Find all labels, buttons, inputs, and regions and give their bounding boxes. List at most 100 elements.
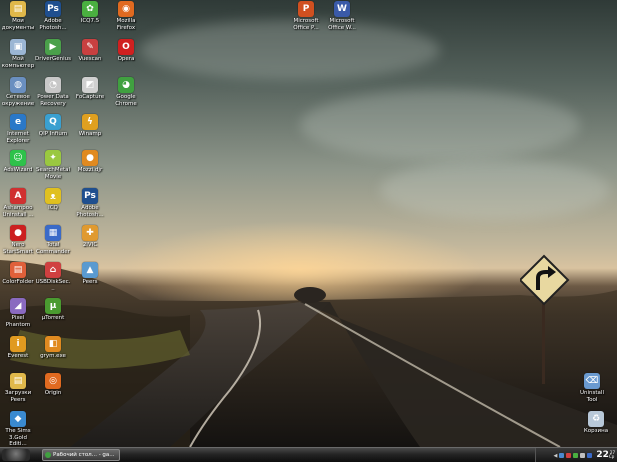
network-icon: ◍: [10, 77, 26, 93]
desktop-icon-label: QIP Infium: [38, 131, 68, 137]
2ivic-icon: ✚: [82, 225, 98, 241]
taskbar-button-label: Рабочий стол... - ga...: [53, 452, 115, 458]
desktop-icon[interactable]: ◎ Origin: [35, 373, 71, 397]
desktop-icon[interactable]: ✦ SearchMetal Movie: [35, 150, 71, 180]
desktop-icon[interactable]: A Ashampoo Uninstall ...: [0, 188, 36, 218]
drivergenius-icon: ▶: [45, 39, 61, 55]
desktop-icon[interactable]: ● Nero StartSmart: [0, 225, 36, 255]
desktop-icon-label: Peers: [82, 279, 98, 285]
desktop-icon-label: USBDiskSec...: [35, 279, 71, 292]
peers-icon: ▲: [82, 262, 98, 278]
desktop-icon[interactable]: i Everest: [0, 336, 36, 360]
desktop-icon-label: The Sims 3.Gold Editi...: [5, 428, 31, 447]
desktop-icon-label: Power Data Recovery: [37, 94, 69, 107]
desktop-icon[interactable]: ▶ DriverGenius: [35, 39, 71, 63]
chevron-left-icon[interactable]: ◀: [554, 453, 558, 459]
desktop-icon[interactable]: P Microsoft Office P...: [288, 1, 324, 31]
language-tray-icon[interactable]: [587, 452, 593, 458]
clock-hour[interactable]: 22: [596, 450, 609, 460]
folder-icon: ▤: [10, 1, 26, 17]
desktop-icon[interactable]: ◩ FoCapture: [72, 77, 108, 101]
colorfolder-icon: ▤: [10, 262, 26, 278]
desktop-icon[interactable]: µ µTorrent: [35, 298, 71, 322]
ashampoo-icon: A: [10, 188, 26, 204]
desktop-icon[interactable]: ▤ Загрузки Peers: [0, 373, 36, 403]
desktop-icon-label: Vuescan: [78, 56, 102, 62]
taskbar-button-desktop-explorer[interactable]: Рабочий стол... - ga...: [42, 449, 120, 461]
desktop-icon[interactable]: W Microsoft Office W...: [324, 1, 360, 31]
start-button[interactable]: [2, 449, 30, 461]
desktop-icon[interactable]: Ps Adobe Photosh...: [35, 1, 71, 31]
desktop-icon-label: SearchMetal Movie: [35, 167, 71, 180]
desktop-icon[interactable]: ϟ Winamp: [72, 114, 108, 138]
desktop-icon[interactable]: ✿ ICQ7.5: [72, 1, 108, 25]
desktop-icon[interactable]: ⌂ USBDiskSec...: [35, 262, 71, 292]
powerpoint-icon: P: [298, 1, 314, 17]
qip-icon: Q: [45, 114, 61, 130]
volume-tray-icon[interactable]: [580, 452, 586, 458]
cloud: [380, 160, 610, 220]
desktop-icon[interactable]: ◆ The Sims 3.Gold Editi...: [0, 411, 36, 447]
icq-icon: ✿: [82, 1, 98, 17]
vuescan-icon: ✎: [82, 39, 98, 55]
desktop-icon-label: Uninstall Tool: [580, 390, 604, 403]
word-icon: W: [334, 1, 350, 17]
everest-icon: i: [10, 336, 26, 352]
adswizard-icon: ☺: [10, 150, 26, 166]
icq-tray-icon[interactable]: [573, 452, 579, 458]
taskbar: Рабочий стол... - ga... ◀ 22 27 Ср: [0, 447, 617, 462]
desktop-icon[interactable]: ▲ Peers: [72, 262, 108, 286]
desktop-icon[interactable]: ▤ ColorFolder: [0, 262, 36, 286]
desktop-icon[interactable]: Ps Adobe Photosh...: [72, 188, 108, 218]
road-sign: [520, 254, 570, 384]
desktop-icon[interactable]: ▤ Мои документы: [0, 1, 36, 31]
sims-icon: ◆: [10, 411, 26, 427]
utorrent-icon: µ: [45, 298, 61, 314]
grym-icon: ◧: [45, 336, 61, 352]
desktop-icon[interactable]: ᴥ ICQ: [35, 188, 71, 212]
desktop-icon-label: Total Commander: [36, 242, 70, 255]
uninstalltool-icon: ⌫: [584, 373, 600, 389]
nero-icon: ●: [10, 225, 26, 241]
desktop-icon[interactable]: ▣ Мой компьютер: [0, 39, 36, 69]
desktop-icon[interactable]: ✎ Vuescan: [72, 39, 108, 63]
desktop-icon[interactable]: ✚ 2IVIC: [72, 225, 108, 249]
desktop-icon[interactable]: ◔ Power Data Recovery: [35, 77, 71, 107]
clock-day: Ср: [608, 454, 615, 459]
desktop-icon-label: 2IVIC: [82, 242, 98, 248]
desktop-icon-label: ColorFolder: [2, 279, 34, 285]
desktop-icon[interactable]: Q QIP Infium: [35, 114, 71, 138]
desktop-icon[interactable]: ◢ Pixel Phantom: [0, 298, 36, 328]
desktop-icon[interactable]: ◕ Google Chrome: [108, 77, 144, 107]
desktop-icon-label: Корзина: [583, 428, 609, 434]
clock-details: 27 Ср: [609, 451, 615, 459]
network-tray-icon[interactable]: [559, 452, 565, 458]
antivirus-tray-icon[interactable]: [566, 452, 572, 458]
desktop-icon-label: Pixel Phantom: [5, 315, 31, 328]
searchmetal-icon: ✦: [45, 150, 61, 166]
desktop-icon-label: Internet Explorer: [6, 131, 30, 144]
opera-icon: O: [118, 39, 134, 55]
desktop-icon[interactable]: ♻ Корзина: [578, 411, 614, 435]
desktop-icon[interactable]: ◉ Mozilla Firefox: [108, 1, 144, 31]
chrome-icon: ◕: [118, 77, 134, 93]
desktop-icon-label: Ashampoo Uninstall ...: [2, 205, 34, 218]
desktop-icon[interactable]: ⌫ Uninstall Tool: [574, 373, 610, 403]
desktop-icon-label: Origin: [44, 390, 62, 396]
desktop-icon-label: Everest: [7, 353, 29, 359]
desktop-icon[interactable]: e Internet Explorer: [0, 114, 36, 144]
desktop-icon[interactable]: ◧ grym.exe: [35, 336, 71, 360]
desktop-icon[interactable]: ● Mozzi.djr: [72, 150, 108, 174]
downloads-folder-icon: ▤: [10, 373, 26, 389]
desktop-icon[interactable]: ▦ Total Commander: [35, 225, 71, 255]
desktop-icon-label: Opera: [117, 56, 135, 62]
focapture-icon: ◩: [82, 77, 98, 93]
desktop-icon[interactable]: ☺ AdsWizard: [0, 150, 36, 174]
desktop-icon-label: ICQ7.5: [80, 18, 100, 24]
system-tray: ◀ 22 27 Ср: [535, 448, 617, 462]
origin-icon: ◎: [45, 373, 61, 389]
desktop-icon[interactable]: O Opera: [108, 39, 144, 63]
desktop-icon-label: ICQ: [48, 205, 58, 211]
recycle-bin-icon: ♻: [588, 411, 604, 427]
desktop-icon[interactable]: ◍ Сетевое окружение: [0, 77, 36, 107]
